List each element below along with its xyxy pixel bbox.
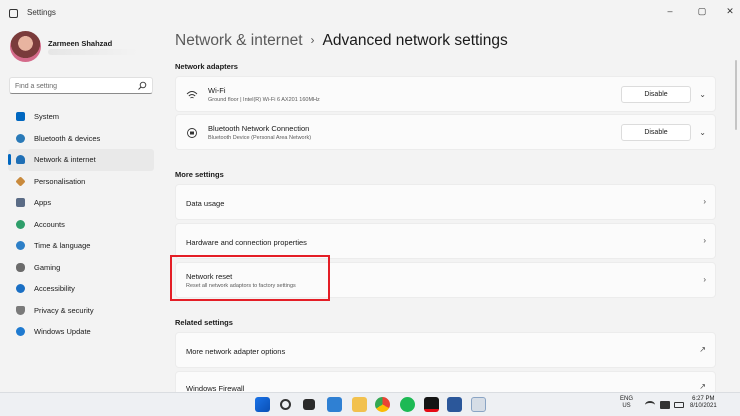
language-indicator[interactable]: ENG US (620, 396, 633, 410)
adapter-card-wifi[interactable]: Wi-Fi Ground floor | Intel(R) Wi-Fi 6 AX… (175, 76, 716, 112)
volume-icon[interactable] (660, 401, 670, 409)
sidebar-item-personalisation[interactable]: Personalisation (8, 171, 154, 193)
chrome-icon[interactable] (375, 397, 390, 412)
sidebar-nav: System Bluetooth & devices Network & int… (8, 106, 154, 343)
sidebar-item-label: Windows Update (34, 327, 91, 337)
sidebar-item-gaming[interactable]: Gaming (8, 257, 154, 279)
sidebar-item-system[interactable]: System (8, 106, 154, 128)
accessibility-icon (16, 284, 25, 294)
clock[interactable]: 6:27 PM 8/10/2021 (690, 396, 717, 410)
adapter-card-bluetooth[interactable]: Bluetooth Network Connection Bluetooth D… (175, 114, 716, 150)
spotify-icon[interactable] (400, 397, 415, 412)
breadcrumb: Network & internet › Advanced network sett… (175, 32, 508, 50)
setting-title: Data usage (186, 199, 225, 208)
sidebar-item-time-language[interactable]: Time & language (8, 235, 154, 257)
apps-icon (16, 198, 25, 208)
maximize-button[interactable]: ▢ (694, 4, 710, 18)
brush-icon (15, 176, 26, 187)
chevron-right-icon: › (703, 275, 706, 284)
update-icon (16, 327, 25, 337)
bluetooth-icon (16, 133, 25, 143)
section-title-adapters: Network adapters (175, 62, 238, 71)
breadcrumb-separator: › (310, 33, 315, 47)
battery-icon[interactable] (674, 402, 684, 408)
section-title-related: Related settings (175, 318, 233, 327)
settings-icon[interactable] (471, 397, 486, 412)
setting-title: Hardware and connection properties (186, 238, 307, 247)
adapter-subtitle: Bluetooth Device (Personal Area Network) (208, 135, 312, 141)
sidebar-item-label: Personalisation (34, 176, 86, 186)
window-title: Settings (27, 8, 56, 17)
external-link-icon: ↗ (699, 345, 706, 354)
file-explorer-icon[interactable] (352, 397, 367, 412)
title-bar: Settings – ▢ ✕ (0, 0, 740, 26)
profile-email-redacted (48, 49, 138, 55)
sidebar-item-label: Accessibility (34, 284, 75, 294)
wifi-icon (16, 155, 25, 165)
wifi-icon[interactable] (645, 401, 655, 409)
search-input[interactable] (15, 80, 133, 92)
adapter-subtitle: Ground floor | Intel(R) Wi-Fi 6 AX201 16… (208, 97, 320, 103)
taskbar: ENG US 6:27 PM 8/10/2021 (0, 392, 740, 416)
shield-icon (16, 305, 25, 315)
chevron-right-icon: › (703, 236, 706, 245)
sidebar-item-accessibility[interactable]: Accessibility (8, 278, 154, 300)
profile-name: Zarmeen Shahzad (48, 39, 113, 48)
scrollbar[interactable] (735, 60, 737, 130)
sidebar-item-accounts[interactable]: Accounts (8, 214, 154, 236)
widgets-icon[interactable] (327, 397, 342, 412)
chevron-right-icon: › (703, 197, 706, 206)
task-view-icon[interactable] (303, 399, 315, 410)
section-title-more: More settings (175, 170, 224, 179)
person-icon (16, 219, 25, 229)
external-link-icon: ↗ (699, 382, 706, 391)
sidebar-item-label: Apps (34, 198, 52, 208)
word-icon[interactable] (447, 397, 462, 412)
sidebar-item-label: Time & language (34, 241, 91, 251)
sidebar-item-label: Bluetooth & devices (34, 133, 101, 143)
search-box[interactable] (9, 77, 153, 94)
controller-icon (16, 262, 25, 272)
sidebar-item-network[interactable]: Network & internet (8, 149, 154, 171)
sidebar-item-windows-update[interactable]: Windows Update (8, 321, 154, 343)
windows-start-icon[interactable] (255, 397, 270, 412)
highlight-annotation (170, 255, 330, 301)
search-icon (138, 81, 147, 90)
system-icon (16, 112, 25, 122)
disable-bluetooth-button[interactable]: Disable (621, 124, 691, 141)
search-icon[interactable] (280, 399, 291, 410)
sidebar-item-apps[interactable]: Apps (8, 192, 154, 214)
disable-wifi-button[interactable]: Disable (621, 86, 691, 103)
netflix-icon[interactable] (424, 397, 439, 412)
sidebar-item-label: Accounts (34, 219, 65, 229)
setting-data-usage[interactable]: Data usage › (175, 184, 716, 220)
sidebar-item-label: System (34, 112, 60, 122)
setting-more-adapter-options[interactable]: More network adapter options ↗ (175, 332, 716, 368)
chevron-down-icon[interactable]: ⌄ (699, 90, 706, 99)
minimize-button[interactable]: – (662, 4, 678, 18)
globe-icon (16, 241, 25, 251)
ethernet-icon (187, 128, 197, 138)
sidebar-item-label: Network & internet (34, 155, 96, 165)
page-title: Advanced network settings (322, 32, 508, 49)
sidebar-item-label: Gaming (34, 262, 61, 272)
wifi-icon (186, 91, 198, 99)
adapter-title: Wi-Fi (208, 86, 226, 95)
breadcrumb-parent[interactable]: Network & internet (175, 32, 303, 49)
adapter-title: Bluetooth Network Connection (208, 124, 310, 133)
setting-title: More network adapter options (186, 347, 286, 356)
sidebar-item-bluetooth[interactable]: Bluetooth & devices (8, 128, 154, 150)
sidebar-item-privacy[interactable]: Privacy & security (8, 300, 154, 322)
sidebar-item-label: Privacy & security (34, 305, 94, 315)
settings-app-icon (9, 9, 18, 18)
close-button[interactable]: ✕ (722, 4, 738, 18)
setting-hardware-properties[interactable]: Hardware and connection properties › (175, 223, 716, 259)
avatar[interactable] (10, 31, 41, 62)
chevron-down-icon[interactable]: ⌄ (699, 128, 706, 137)
